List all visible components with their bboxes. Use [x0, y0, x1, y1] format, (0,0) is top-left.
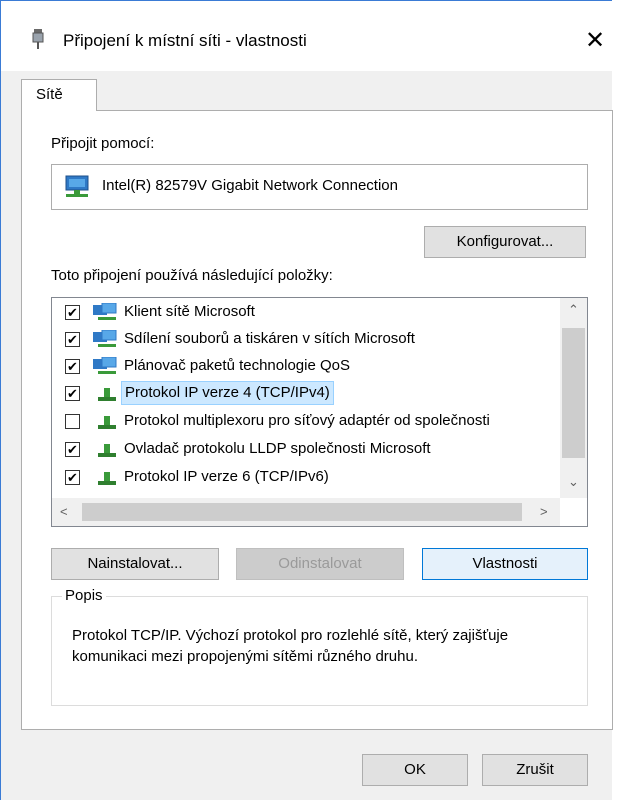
install-button[interactable]: Nainstalovat...: [51, 548, 219, 580]
item-label: Plánovač paketů technologie QoS: [124, 357, 350, 374]
protocol-icon: [98, 444, 116, 457]
network-adapter-icon: [65, 175, 89, 197]
file-sharing-icon: [93, 330, 117, 347]
qos-icon: [93, 357, 117, 374]
properties-dialog: Připojení k místní síti - vlastnosti ✕ S…: [0, 0, 613, 800]
cancel-button[interactable]: Zrušit: [482, 754, 588, 786]
properties-button[interactable]: Vlastnosti: [422, 548, 588, 580]
item-checkbox[interactable]: ✔: [65, 332, 80, 347]
title-bar[interactable]: Připojení k místní síti - vlastnosti ✕: [1, 1, 612, 71]
scroll-left-icon[interactable]: <: [60, 504, 68, 519]
item-label: Protokol IP verze 6 (TCP/IPv6): [124, 468, 329, 485]
item-label: Klient sítě Microsoft: [124, 303, 255, 320]
horizontal-scrollbar[interactable]: < >: [52, 498, 560, 526]
list-item[interactable]: ✔ Protokol IP verze 6 (TCP/IPv6): [52, 464, 562, 491]
item-label: Ovladač protokolu LLDP společnosti Micro…: [124, 440, 431, 457]
description-legend: Popis: [62, 587, 106, 604]
list-item[interactable]: ✔ Ovladač protokolu LLDP společnosti Mic…: [52, 436, 562, 463]
tab-networking[interactable]: Sítě: [21, 79, 97, 111]
protocol-icon: [98, 472, 116, 485]
scroll-down-icon[interactable]: ⌄: [568, 474, 579, 490]
scroll-up-icon[interactable]: ⌃: [568, 302, 579, 318]
items-label: Toto připojení používá následující polož…: [51, 267, 333, 284]
description-text: Protokol TCP/IP. Výchozí protokol pro ro…: [72, 627, 509, 665]
list-item[interactable]: ✔ Klient sítě Microsoft: [52, 299, 562, 326]
items-list[interactable]: ✔ Klient sítě Microsoft ✔ Sdílení soubor…: [51, 297, 588, 527]
configure-button[interactable]: Konfigurovat...: [424, 226, 586, 258]
item-checkbox[interactable]: ✔: [65, 305, 80, 320]
ok-button[interactable]: OK: [362, 754, 468, 786]
item-label: Protokol multiplexoru pro síťový adaptér…: [124, 412, 490, 429]
adapter-name: Intel(R) 82579V Gigabit Network Connecti…: [102, 177, 398, 194]
protocol-icon: [98, 388, 116, 401]
item-label: Protokol IP verze 4 (TCP/IPv4): [121, 381, 334, 405]
list-item[interactable]: ✔ Plánovač paketů technologie QoS: [52, 353, 562, 380]
scroll-right-icon[interactable]: >: [540, 504, 548, 519]
list-item-selected[interactable]: ✔ Protokol IP verze 4 (TCP/IPv4): [52, 380, 562, 407]
vertical-scrollbar[interactable]: ⌃ ⌄: [560, 298, 587, 498]
item-label: Sdílení souborů a tiskáren v sítích Micr…: [124, 330, 415, 347]
protocol-icon: [98, 416, 116, 429]
adapter-box: Intel(R) 82579V Gigabit Network Connecti…: [51, 164, 588, 210]
list-item[interactable]: ✔ Sdílení souborů a tiskáren v sítích Mi…: [52, 326, 562, 353]
uninstall-button[interactable]: Odinstalovat: [236, 548, 404, 580]
tab-label: Sítě: [36, 86, 63, 103]
network-client-icon: [93, 303, 117, 320]
item-checkbox[interactable]: ✔: [65, 386, 80, 401]
close-button[interactable]: ✕: [575, 21, 615, 61]
window-title: Připojení k místní síti - vlastnosti: [63, 31, 307, 50]
network-cable-icon: [32, 29, 44, 49]
item-checkbox[interactable]: ✔: [65, 470, 80, 485]
connect-using-label: Připojit pomocí:: [51, 135, 155, 152]
list-item[interactable]: Protokol multiplexoru pro síťový adaptér…: [52, 408, 562, 435]
horizontal-scroll-thumb[interactable]: [82, 503, 522, 521]
vertical-scroll-thumb[interactable]: [562, 328, 585, 458]
description-group: Popis Protokol TCP/IP. Výchozí protokol …: [51, 587, 588, 706]
item-checkbox[interactable]: [65, 414, 80, 429]
item-checkbox[interactable]: ✔: [65, 359, 80, 374]
item-checkbox[interactable]: ✔: [65, 442, 80, 457]
